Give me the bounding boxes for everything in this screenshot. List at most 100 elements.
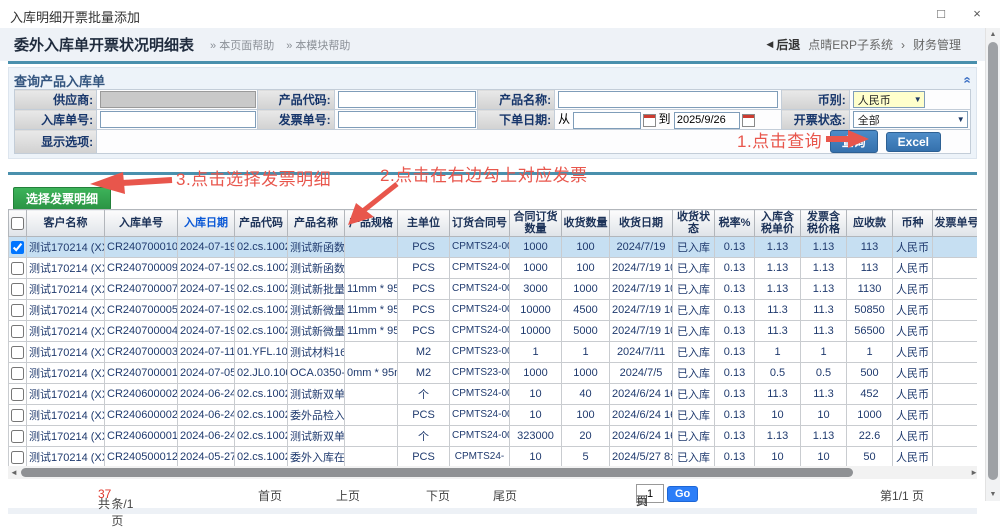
cell-received_date: 2024/7/19 10 — [610, 258, 673, 279]
cell-received_status[interactable]: 已入库 — [673, 426, 715, 447]
cell-contract_no: CPMTS24-00061 — [450, 279, 510, 300]
horizontal-scrollbar[interactable]: ◄ ► — [8, 466, 977, 479]
cell-received_status[interactable]: 已入库 — [673, 237, 715, 258]
row-checkbox[interactable] — [11, 283, 24, 296]
cell-customer: 测试170214 (XX) — [27, 342, 105, 363]
date-from-field[interactable] — [573, 112, 641, 129]
page-info: 第1/1 页 — [880, 487, 924, 504]
table-row[interactable]: 测试170214 (XX)CR2407000102024-07-1902.cs.… — [9, 237, 978, 258]
cell-received_status[interactable]: 已入库 — [673, 342, 715, 363]
collapse-icon[interactable]: « — [961, 76, 973, 83]
cell-received_status[interactable]: 已入库 — [673, 405, 715, 426]
cell-currency: 人民币 — [893, 342, 933, 363]
table-row[interactable]: 测试170214 (XX)CR2407000092024-07-1902.cs.… — [9, 258, 978, 279]
vertical-scrollbar[interactable]: ▲ ▼ — [985, 28, 1000, 501]
row-checkbox[interactable] — [11, 241, 24, 254]
invoice-no-field[interactable] — [338, 111, 476, 128]
row-checkbox[interactable] — [11, 346, 24, 359]
invoice-status-select[interactable]: 全部 ▼ — [853, 111, 968, 128]
cell-contract_qty: 1000 — [510, 258, 562, 279]
cell-customer: 测试170214 (XX) — [27, 426, 105, 447]
row-checkbox[interactable] — [11, 430, 24, 443]
horizontal-scrollbar-thumb[interactable] — [21, 468, 853, 477]
cell-check — [9, 279, 27, 300]
cell-unit: M2 — [398, 363, 450, 384]
inbound-no-field[interactable] — [100, 111, 256, 128]
first-page-link[interactable]: 首页 — [258, 487, 282, 504]
product-name-field[interactable] — [558, 91, 778, 108]
page-help-link[interactable]: » 本页面帮助 — [210, 37, 274, 53]
cell-received_status[interactable]: 已入库 — [673, 258, 715, 279]
cell-spec: 0mm * 95m * — [345, 363, 398, 384]
scroll-right-icon[interactable]: ► — [970, 468, 977, 477]
currency-select[interactable]: 人民币 ▼ — [853, 91, 925, 108]
cell-received_status[interactable]: 已入库 — [673, 321, 715, 342]
cell-product_name: 委外入库在途 — [288, 447, 345, 468]
table-row[interactable]: 测试170214 (XX)CR2406000022024-06-2402.cs.… — [9, 384, 978, 405]
table-row[interactable]: 测试170214 (XX)CR2406000022024-06-2402.cs.… — [9, 405, 978, 426]
cell-receivable: 22.6 — [847, 426, 893, 447]
cell-received_status[interactable]: 已入库 — [673, 279, 715, 300]
row-checkbox[interactable] — [11, 388, 24, 401]
date-to-field[interactable] — [674, 112, 740, 129]
column-header-date[interactable]: 入库日期 — [178, 210, 235, 237]
breadcrumb-system[interactable]: 点晴ERP子系统 — [808, 36, 893, 53]
excel-button[interactable]: Excel — [886, 132, 941, 152]
row-checkbox[interactable] — [11, 451, 24, 464]
cell-contract_qty: 323000 — [510, 426, 562, 447]
table-row[interactable]: 测试170214 (XX)CR2407000012024-07-0502.JL0… — [9, 363, 978, 384]
cell-received_date: 2024/7/5 — [610, 363, 673, 384]
row-checkbox[interactable] — [11, 304, 24, 317]
cell-currency: 人民币 — [893, 258, 933, 279]
cell-received_status[interactable]: 已入库 — [673, 300, 715, 321]
scroll-left-icon[interactable]: ◄ — [10, 468, 18, 477]
table-row[interactable]: 测试170214 (XX)CR2407000052024-07-1902.cs.… — [9, 300, 978, 321]
row-checkbox[interactable] — [11, 409, 24, 422]
cell-customer: 测试170214 (XX) — [27, 405, 105, 426]
search-button[interactable]: 查询 — [830, 130, 878, 153]
maximize-icon[interactable]: □ — [932, 6, 950, 21]
cell-product_code: 01.YFL.10000 — [235, 342, 288, 363]
last-page-link[interactable]: 尾页 — [493, 487, 517, 504]
cell-date: 2024-05-27 — [178, 447, 235, 468]
cell-received_date: 2024/5/27 8: — [610, 447, 673, 468]
table-row[interactable]: 测试170214 (XX)CR2405000122024-05-2702.cs.… — [9, 447, 978, 468]
back-button[interactable]: 后退 — [776, 36, 800, 53]
go-button[interactable]: Go — [667, 486, 698, 502]
vertical-scrollbar-thumb[interactable] — [988, 42, 998, 480]
scroll-down-icon[interactable]: ▼ — [986, 491, 1000, 498]
cell-received_status[interactable]: 已入库 — [673, 363, 715, 384]
calendar-icon[interactable] — [643, 114, 656, 127]
row-checkbox[interactable] — [11, 367, 24, 380]
scroll-up-icon[interactable]: ▲ — [986, 31, 1000, 38]
module-help-link[interactable]: » 本模块帮助 — [286, 37, 350, 53]
product-code-field[interactable] — [338, 91, 476, 108]
cell-unit_price: 11.3 — [755, 384, 801, 405]
row-checkbox[interactable] — [11, 262, 24, 275]
calendar-icon[interactable] — [742, 114, 755, 127]
select-all-checkbox[interactable] — [11, 217, 24, 230]
chevron-down-icon: ▼ — [914, 95, 922, 104]
table-row[interactable]: 测试170214 (XX)CR2407000042024-07-1902.cs.… — [9, 321, 978, 342]
cell-received_status[interactable]: 已入库 — [673, 447, 715, 468]
cell-invoice_price: 1.13 — [801, 279, 847, 300]
cell-invoice_no — [933, 279, 978, 300]
table-row[interactable]: 测试170214 (XX)CR2407000072024-07-1902.cs.… — [9, 279, 978, 300]
cell-receivable: 50850 — [847, 300, 893, 321]
cell-product_name: 测试新函数成 — [288, 258, 345, 279]
close-icon[interactable]: × — [968, 6, 986, 21]
select-invoice-detail-button[interactable]: 选择发票明细 — [13, 187, 111, 210]
prev-page-link[interactable]: 上页 — [336, 487, 360, 504]
cell-received_status[interactable]: 已入库 — [673, 384, 715, 405]
cell-product_code: 02.cs.100244 — [235, 384, 288, 405]
table-row[interactable]: 测试170214 (XX)CR2406000012024-06-2402.cs.… — [9, 426, 978, 447]
breadcrumb-module[interactable]: 财务管理 — [913, 36, 961, 53]
cell-customer: 测试170214 (XX) — [27, 279, 105, 300]
cell-currency: 人民币 — [893, 384, 933, 405]
row-checkbox[interactable] — [11, 325, 24, 338]
cell-customer: 测试170214 (XX) — [27, 258, 105, 279]
cell-unit: PCS — [398, 279, 450, 300]
next-page-link[interactable]: 下页 — [426, 487, 450, 504]
table-row[interactable]: 测试170214 (XX)CR2407000032024-07-1101.YFL… — [9, 342, 978, 363]
product-code-label: 产品代码: — [257, 90, 334, 110]
